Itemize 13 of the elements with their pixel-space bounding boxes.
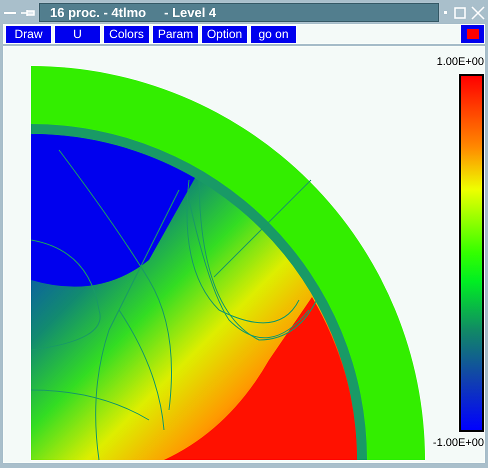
menu-button[interactable]: Option: [201, 24, 248, 44]
maximize-icon[interactable]: [453, 6, 467, 20]
pin-icon[interactable]: [21, 8, 35, 18]
colorbar-min-label: -1.00E+00: [432, 436, 484, 450]
close-icon[interactable]: [471, 6, 485, 20]
menu-button[interactable]: Colors: [103, 24, 150, 44]
window-title: 16 proc. - 4tlmo - Level 4: [39, 3, 439, 22]
menu-button[interactable]: Draw: [5, 24, 52, 44]
color-button[interactable]: [461, 25, 484, 43]
colorbar-max-label: 1.00E+00: [436, 55, 484, 69]
menu-button[interactable]: U: [54, 24, 101, 44]
menu-button[interactable]: Param: [152, 24, 199, 44]
menu-button[interactable]: go on: [250, 24, 297, 44]
